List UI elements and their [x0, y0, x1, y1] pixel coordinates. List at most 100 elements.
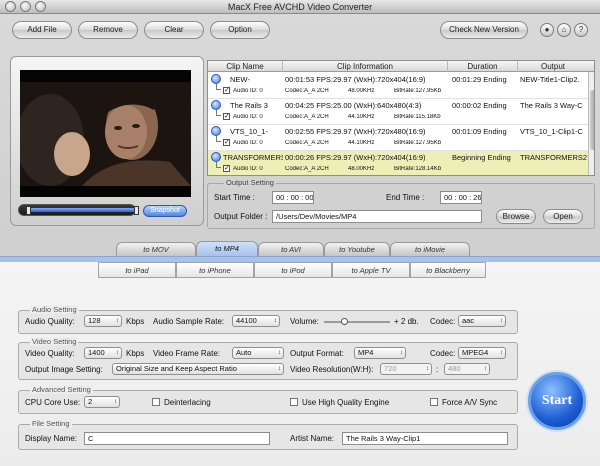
volume-slider-knob[interactable]	[341, 318, 348, 325]
audio-checkbox[interactable]: ✓	[223, 113, 230, 120]
add-file-button[interactable]: Add File	[12, 21, 72, 39]
clip-output: TRANSFORMERS2	[520, 153, 588, 162]
clear-button[interactable]: Clear	[144, 21, 204, 39]
clip-table-scrollbar[interactable]	[588, 72, 594, 175]
remove-button[interactable]: Remove	[78, 21, 138, 39]
video-quality-label: Video Quality:	[25, 349, 75, 358]
audio-id: Audio ID: 0	[233, 88, 263, 94]
close-window-button[interactable]	[5, 1, 16, 12]
display-name-field[interactable]: C	[84, 432, 270, 445]
audio-codec-value: aac	[462, 316, 475, 325]
video-codec-label: Codec:	[430, 349, 456, 358]
table-row[interactable]: NEW- 00:01:53 FPS:29.97 (WxH):720x404(16…	[208, 73, 588, 98]
status-dot-icon	[211, 126, 221, 136]
tab-avi[interactable]: to AVI	[258, 242, 324, 256]
output-image-select[interactable]: Original Size and Keep Aspect Ratio ↕	[112, 363, 284, 375]
stepper-icon: ↕	[114, 399, 117, 405]
seek-range	[28, 208, 136, 212]
header-duration[interactable]: Duration	[448, 61, 518, 72]
audio-id: Audio ID: 0	[233, 140, 263, 146]
clip-table-header: Clip Name Clip Information Duration Outp…	[208, 61, 594, 72]
audio-sample-select[interactable]: 44100 ↕	[232, 315, 280, 327]
start-time-field[interactable]: 00 : 00 : 00	[272, 191, 314, 204]
tree-line	[216, 162, 221, 168]
cpu-core-label: CPU Core Use:	[25, 398, 81, 407]
artist-name-field[interactable]: The Rails 3 Way-Clip1	[342, 432, 508, 445]
output-folder-field[interactable]: /Users/Dev/Movies/MP4	[272, 210, 482, 223]
tab-mov[interactable]: to MOV	[116, 242, 196, 256]
resolution-height-select[interactable]: 480 ↕	[444, 363, 490, 375]
resolution-width-value: 720	[384, 364, 397, 373]
force-av-sync-checkbox[interactable]	[430, 398, 438, 406]
audio-rate: 48.00KHz	[348, 88, 375, 94]
tab-youtube[interactable]: to Youtube	[324, 242, 390, 256]
deinterlacing-checkbox[interactable]	[152, 398, 160, 406]
start-button[interactable]: Start	[528, 372, 586, 430]
high-quality-label: Use High Quality Engine	[302, 398, 390, 407]
table-row[interactable]: The Rails 3 00:04:25 FPS:25.00 (WxH):640…	[208, 99, 588, 124]
audio-quality-value: 128	[88, 316, 101, 325]
stepper-icon: ↕	[278, 366, 281, 372]
lock-icon[interactable]: ●	[540, 23, 554, 37]
clip-duration: 00:01:29 Ending	[452, 75, 507, 84]
audio-bitrate: BitRate:127.95Kb	[394, 88, 442, 94]
video-quality-unit: Kbps	[126, 349, 145, 358]
audio-checkbox[interactable]: ✓	[223, 139, 230, 146]
table-row[interactable]: VTS_10_1- 00:02:55 FPS:29.97 (WxH):720x4…	[208, 125, 588, 150]
table-row-selected[interactable]: TRANSFORMERS 00:00:26 FPS:29.97 (WxH):72…	[208, 151, 588, 175]
audio-codec: Codec:A_A 2CH	[285, 114, 329, 120]
audio-codec: Codec:A_A 2CH	[285, 88, 329, 94]
tree-line	[216, 136, 221, 142]
snapshot-button[interactable]: Snapshot	[143, 205, 187, 217]
stepper-icon: ↕	[116, 318, 119, 324]
browse-button[interactable]: Browse	[496, 209, 536, 224]
output-format-select[interactable]: MP4 ↕	[354, 347, 406, 359]
high-quality-checkbox[interactable]	[290, 398, 298, 406]
file-setting-title: File Setting	[30, 419, 72, 428]
audio-bitrate: BitRate:115.18Kb	[394, 114, 441, 120]
clip-info: 00:01:53 FPS:29.97 (WxH):720x404(16:9)	[285, 75, 426, 84]
subtab-apple-tv[interactable]: to Apple TV	[332, 262, 410, 278]
subtab-ipad[interactable]: to iPad	[98, 262, 176, 278]
frame-rate-select[interactable]: Auto ↕	[232, 347, 284, 359]
stepper-icon: ↕	[500, 318, 503, 324]
video-codec-select[interactable]: MPEG4 ↕	[458, 347, 506, 359]
minimize-window-button[interactable]	[20, 1, 31, 12]
clip-table: Clip Name Clip Information Duration Outp…	[207, 60, 595, 176]
output-folder-label: Output Folder :	[214, 212, 268, 221]
header-clip-name[interactable]: Clip Name	[208, 61, 283, 72]
clip-name: TRANSFORMERS	[223, 153, 283, 162]
header-output[interactable]: Output	[518, 61, 588, 72]
tab-imovie[interactable]: to iMovie	[390, 242, 470, 256]
window-title: MacX Free AVCHD Video Converter	[227, 2, 373, 12]
subtab-iphone[interactable]: to iPhone	[176, 262, 254, 278]
audio-quality-unit: Kbps	[126, 317, 145, 326]
resolution-width-select[interactable]: 720 ↕	[380, 363, 432, 375]
check-version-button[interactable]: Check New Version	[440, 21, 528, 39]
home-icon[interactable]: ⌂	[557, 23, 571, 37]
output-format-value: MP4	[358, 348, 374, 357]
stepper-icon: ↕	[426, 366, 429, 372]
audio-quality-label: Audio Quality:	[25, 317, 75, 326]
option-button[interactable]: Option	[210, 21, 270, 39]
audio-codec-select[interactable]: aac ↕	[458, 315, 506, 327]
clip-name: NEW-	[230, 75, 250, 84]
tab-mp4[interactable]: to MP4	[196, 241, 258, 256]
seek-end-handle[interactable]	[134, 206, 139, 215]
video-quality-select[interactable]: 1400 ↕	[84, 347, 122, 359]
help-icon[interactable]: ?	[574, 23, 588, 37]
audio-checkbox[interactable]: ✓	[223, 165, 230, 172]
volume-slider[interactable]	[324, 321, 390, 323]
open-button[interactable]: Open	[543, 209, 583, 224]
audio-quality-select[interactable]: 128 ↕	[84, 315, 122, 327]
subtab-ipod[interactable]: to iPod	[254, 262, 332, 278]
audio-checkbox[interactable]: ✓	[223, 87, 230, 94]
header-clip-info[interactable]: Clip Information	[283, 61, 448, 72]
zoom-window-button[interactable]	[35, 1, 46, 12]
seek-start-handle[interactable]	[26, 206, 31, 215]
subtab-blackberry[interactable]: to Blackberry	[410, 262, 486, 278]
volume-value: + 2 db.	[394, 317, 419, 326]
end-time-field[interactable]: 00 : 00 : 26	[440, 191, 482, 204]
cpu-core-select[interactable]: 2 ↕	[84, 396, 120, 408]
scrollbar-thumb[interactable]	[590, 90, 594, 150]
